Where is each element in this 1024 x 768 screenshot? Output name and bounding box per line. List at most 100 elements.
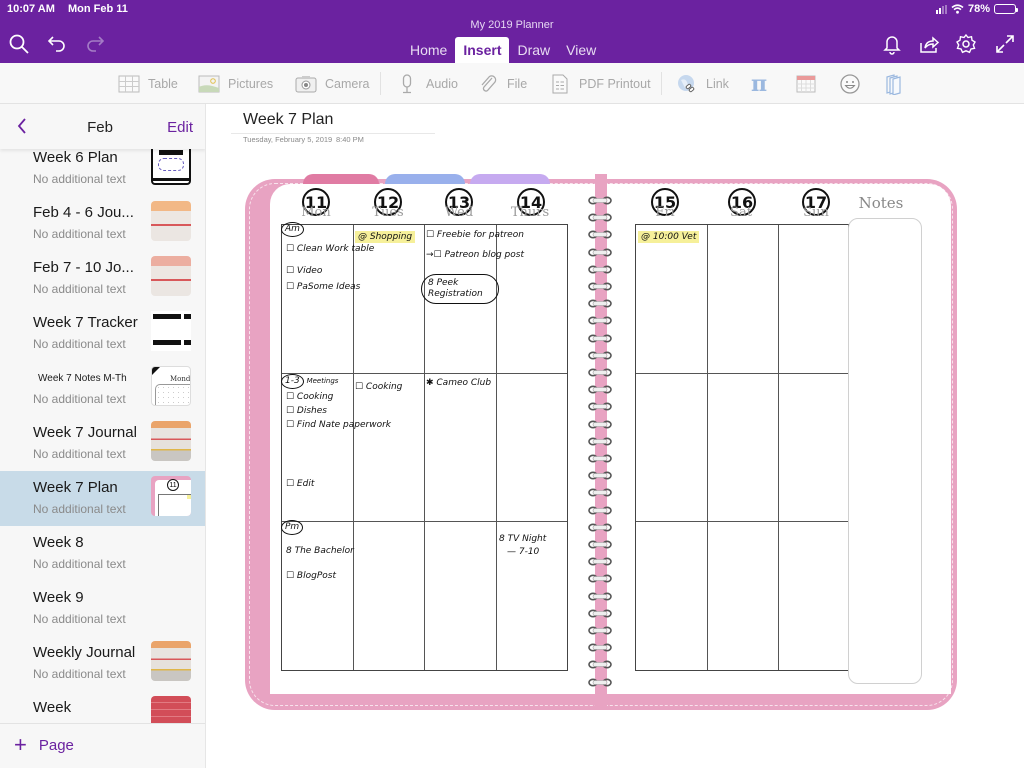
mon-pm-task: 8 The Bachelor [286,546,354,556]
page-item[interactable]: Week 8 No additional text [0,526,205,581]
page-date: Tuesday, February 5, 2019 [243,135,333,144]
spiral-ring [588,553,612,566]
add-page-button[interactable]: + Page [14,734,74,756]
page-item[interactable]: Feb 7 - 10 Jo... No additional text [0,251,205,306]
spiral-ring [588,226,612,239]
page-item-selected[interactable]: Week 7 Plan No additional text 11 [0,471,205,526]
insert-emoji-button[interactable] [839,63,861,104]
insert-calendar-button[interactable] [795,63,817,104]
midday-tag: 1-3 [281,374,304,389]
spiral-ring [588,330,612,343]
page-item-title: Feb 4 - 6 Jou... [33,204,134,221]
status-bar-right: 78% [935,3,1018,15]
ribbon-separator [661,72,662,95]
page-time: 8:40 PM [336,135,364,144]
page-item-subtitle: No additional text [33,667,126,681]
redo-icon[interactable] [84,33,106,55]
page-item-title: Week 7 Journal [33,424,137,441]
pdf-printout-icon [552,74,568,93]
day-name: Sat [730,205,752,220]
tab-view[interactable]: View [558,37,604,63]
spiral-ring [588,192,612,205]
stacked-pages-icon [886,73,901,95]
page-thumbnail [151,421,191,461]
page-thumbnail [151,641,191,681]
pictures-label: Pictures [228,76,274,91]
tab-home[interactable]: Home [402,37,455,63]
battery-icon [994,4,1018,14]
page-item[interactable]: Week 9 No additional text [0,581,205,636]
page-item[interactable]: Weekly Journal No additional text [0,636,205,691]
calendar-icon [796,75,816,92]
insert-link-button[interactable]: Link [676,63,729,104]
camera-icon [295,75,317,92]
insert-pdf-printout-button[interactable]: PDF Printout [549,63,651,104]
top-bar: 10:07 AM Mon Feb 11 78% My 2019 Planner … [0,0,1024,63]
day-name: Thurs [510,205,550,220]
search-icon[interactable] [8,33,30,55]
insert-table-button[interactable]: Table [118,63,178,104]
picture-icon [198,75,220,92]
page-item-title: Week 7 Plan [33,479,118,496]
insert-camera-button[interactable]: Camera [295,63,369,104]
page-thumbnail [151,145,191,185]
fullscreen-expand-icon[interactable] [994,33,1016,55]
mon-am-task: ☐ Clean Work table [286,244,375,254]
page-item-title: Week 7 Notes M-Th [38,373,127,384]
right-week-grid [635,224,849,671]
page-title[interactable]: Week 7 Plan [243,111,333,129]
day-name: Fri [655,205,675,220]
ribbon-separator [380,72,381,95]
spiral-ring [588,398,612,411]
pdf-printout-label: PDF Printout [579,76,651,91]
app-title: My 2019 Planner [470,19,554,31]
wed-mid-event: ✱ Cameo Club [426,378,492,388]
day-name: Mon [301,205,331,220]
page-item[interactable]: Week 7 Notes M-Th No additional text Mon… [0,361,205,416]
status-time: 10:07 AM [7,3,55,15]
page-item-subtitle: No additional text [33,502,126,516]
settings-gear-icon[interactable] [955,33,977,55]
smiley-face-icon [840,73,860,94]
share-icon[interactable] [918,33,940,55]
undo-icon[interactable] [46,33,68,55]
sidebar-footer: + Page [0,723,205,768]
page-item[interactable]: Week 7 Tracker No additional text [0,306,205,361]
spiral-ring [588,416,612,429]
spiral-ring [588,622,612,635]
mon-mid-task: ☐ Edit [286,479,315,489]
insert-file-button[interactable]: File [477,63,527,104]
page-canvas[interactable]: Week 7 Plan Tuesday, February 5, 2019 8:… [207,104,1024,768]
page-thumbnail: Monda [151,366,191,406]
am-tag: Am [281,222,304,237]
file-label: File [507,76,528,91]
mon-mid-task: ☐ Dishes [286,406,327,416]
day-name: Wed [444,205,474,220]
page-thumbnail: 11 [151,476,191,516]
tab-draw[interactable]: Draw [509,37,558,63]
page-item-subtitle: No additional text [33,227,126,241]
page-item[interactable]: Feb 4 - 6 Jou... No additional text [0,196,205,251]
link-label: Link [706,76,729,91]
mon-am-task: ☐ PaSome Ideas [286,282,361,292]
edit-button[interactable]: Edit [167,119,193,136]
link-globe-icon [678,74,695,92]
page-item[interactable]: Week 6 Plan No additional text [0,141,205,196]
page-item-title: Weekly Journal [33,644,136,661]
midday-note: Meetings [306,377,339,385]
page-thumbnail [151,256,191,296]
insert-audio-button[interactable]: Audio [396,63,458,104]
insert-math-button[interactable]: π [751,63,767,104]
microphone-icon [402,73,412,93]
insert-pictures-button[interactable]: Pictures [198,63,273,104]
thu-pm-event-time: — 7-10 [507,547,540,557]
mon-mid-task: ☐ Cooking [286,392,334,402]
battery-percent: 78% [967,3,990,15]
page-item-subtitle: No additional text [33,447,126,461]
page-item[interactable]: Week 7 Journal No additional text [0,416,205,471]
page-item-subtitle: No additional text [33,282,126,296]
insert-stickers-button[interactable] [884,63,906,104]
bell-icon[interactable] [881,33,903,55]
spiral-ring [588,209,612,222]
tab-insert[interactable]: Insert [455,37,510,63]
